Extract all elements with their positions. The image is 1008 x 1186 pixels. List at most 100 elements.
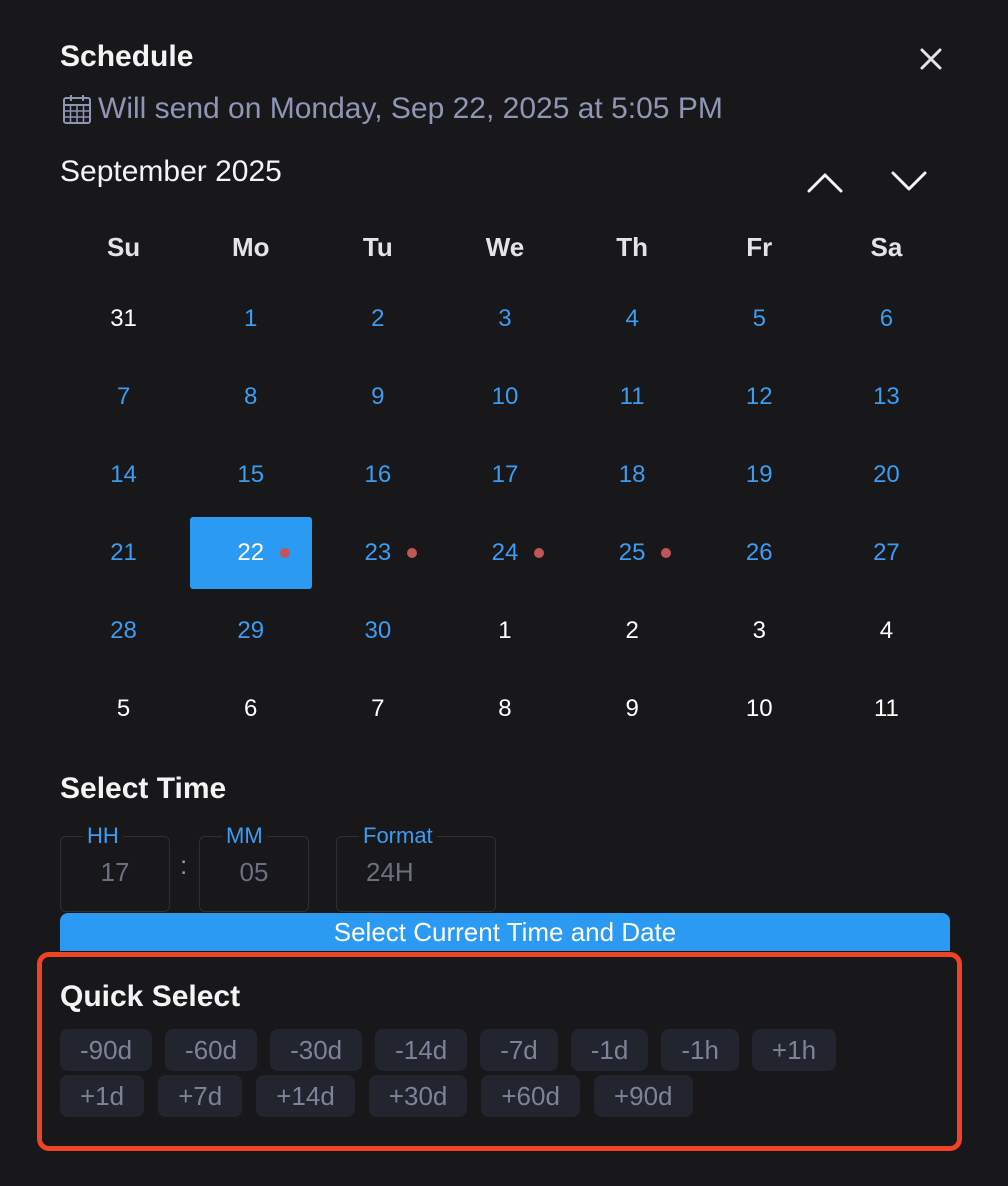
calendar-day-number: 18 xyxy=(618,461,646,488)
calendar-day-number: 6 xyxy=(879,305,894,332)
calendar-day-button[interactable]: 30 xyxy=(317,595,439,667)
quick-select-chip[interactable]: +1h xyxy=(751,1029,837,1071)
scheduled-send-text: Will send on Monday, Sep 22, 2025 at 5:0… xyxy=(98,92,723,125)
calendar-day-button[interactable]: 26 xyxy=(698,517,820,589)
calendar-day: 11 xyxy=(569,358,696,436)
calendar-day-button[interactable]: 9 xyxy=(317,361,439,433)
time-separator: : xyxy=(180,850,188,880)
calendar-day-button[interactable]: 17 xyxy=(444,439,566,511)
calendar-day-number: 16 xyxy=(364,461,392,488)
previous-month-button[interactable] xyxy=(800,160,850,204)
quick-select-chip[interactable]: -60d xyxy=(165,1029,258,1071)
calendar-day-button[interactable]: 19 xyxy=(698,439,820,511)
scheduled-event-dot xyxy=(661,548,672,558)
quick-select-chip[interactable]: -7d xyxy=(480,1029,558,1071)
quick-select-chip[interactable]: -30d xyxy=(270,1029,363,1071)
calendar-day: 2 xyxy=(314,280,441,358)
time-format-select[interactable]: Format 24H xyxy=(336,823,496,912)
calendar-day-button[interactable]: 16 xyxy=(317,439,439,511)
calendar-day-button[interactable]: 8 xyxy=(444,673,566,745)
calendar-day-button[interactable]: 6 xyxy=(825,283,947,355)
calendar-day: 16 xyxy=(314,436,441,514)
calendar-day: 23 xyxy=(314,514,441,592)
quick-select-chip[interactable]: -1d xyxy=(570,1029,649,1071)
weekday-label: Su xyxy=(106,232,141,262)
minute-field-label: MM xyxy=(222,823,267,849)
calendar-day-button[interactable]: 6 xyxy=(190,673,312,745)
calendar-day-button[interactable]: 5 xyxy=(63,673,185,745)
close-button[interactable] xyxy=(912,40,950,78)
calendar-day-button[interactable]: 11 xyxy=(825,673,947,745)
calendar-day-button[interactable]: 7 xyxy=(317,673,439,745)
calendar-day-button[interactable]: 3 xyxy=(444,283,566,355)
calendar-day: 30 xyxy=(314,592,441,670)
quick-select-chip[interactable]: -90d xyxy=(60,1029,153,1071)
calendar-day-number: 11 xyxy=(873,695,899,722)
calendar-day-button[interactable]: 12 xyxy=(698,361,820,433)
time-format-value: 24H xyxy=(366,857,414,887)
hour-field[interactable]: HH 17 xyxy=(60,823,170,912)
time-format-label: Format xyxy=(359,823,437,849)
calendar-day-number: 25 xyxy=(618,539,646,566)
calendar-day-button[interactable]: 5 xyxy=(698,283,820,355)
calendar-day-button[interactable]: 10 xyxy=(444,361,566,433)
scheduled-event-dot xyxy=(533,548,544,558)
quick-select-chip[interactable]: -1h xyxy=(661,1029,739,1071)
close-icon xyxy=(920,48,942,70)
quick-select-chip[interactable]: +7d xyxy=(158,1075,243,1117)
calendar-day: 11 xyxy=(823,670,950,748)
calendar-day-button[interactable]: 23 xyxy=(317,517,439,589)
calendar-day: 7 xyxy=(314,670,441,748)
calendar-day-number: 29 xyxy=(237,617,265,644)
calendar-day-button[interactable]: 2 xyxy=(571,595,693,667)
calendar-day-button[interactable]: 9 xyxy=(571,673,693,745)
calendar-day: 29 xyxy=(187,592,314,670)
quick-select-chip[interactable]: -14d xyxy=(375,1029,468,1071)
calendar-day-button[interactable]: 14 xyxy=(63,439,185,511)
calendar-day-button[interactable]: 10 xyxy=(698,673,820,745)
calendar-day: 7 xyxy=(60,358,187,436)
calendar-day-button[interactable]: 31 xyxy=(63,283,185,355)
weekday-label: Sa xyxy=(870,232,903,262)
weekday-label: Th xyxy=(616,232,649,262)
quick-select-chip[interactable]: +60d xyxy=(481,1075,580,1117)
quick-select-row-future: +1d +7d +14d +30d +60d +90d xyxy=(60,1075,693,1117)
calendar-day-button[interactable]: 28 xyxy=(63,595,185,667)
scheduled-send-summary: Will send on Monday, Sep 22, 2025 at 5:0… xyxy=(62,92,723,126)
calendar-day-button[interactable]: 4 xyxy=(571,283,693,355)
calendar-day-button[interactable]: 20 xyxy=(825,439,947,511)
minute-field[interactable]: MM 05 xyxy=(199,823,309,912)
calendar-day-button[interactable]: 1 xyxy=(444,595,566,667)
calendar-day-button[interactable]: 3 xyxy=(698,595,820,667)
calendar-day-button[interactable]: 29 xyxy=(190,595,312,667)
calendar-day-button[interactable]: 2 xyxy=(317,283,439,355)
calendar-day-button[interactable]: 18 xyxy=(571,439,693,511)
calendar-day-button[interactable]: 4 xyxy=(825,595,947,667)
calendar-day-button[interactable]: 15 xyxy=(190,439,312,511)
calendar-day-button[interactable]: 8 xyxy=(190,361,312,433)
calendar-day-selected: 22 xyxy=(187,514,314,592)
calendar-day: 24 xyxy=(441,514,568,592)
calendar-day: 4 xyxy=(569,280,696,358)
quick-select-chip[interactable]: +90d xyxy=(593,1075,693,1117)
calendar-day-button[interactable]: 22 xyxy=(189,517,312,589)
calendar-day: 1 xyxy=(441,592,568,670)
calendar-day-button[interactable]: 11 xyxy=(571,361,693,433)
calendar-day-button[interactable]: 21 xyxy=(63,517,185,589)
calendar-day-button[interactable]: 13 xyxy=(825,361,947,433)
calendar-day-number: 24 xyxy=(491,539,519,566)
calendar-day: 6 xyxy=(187,670,314,748)
calendar-day-number: 23 xyxy=(364,539,392,566)
weekday-label: Tu xyxy=(362,232,393,262)
calendar-day-button[interactable]: 27 xyxy=(825,517,947,589)
calendar-day-button[interactable]: 25 xyxy=(571,517,693,589)
select-current-time-button[interactable]: Select Current Time and Date xyxy=(60,913,950,951)
calendar-day-button[interactable]: 24 xyxy=(444,517,566,589)
calendar-day-button[interactable]: 1 xyxy=(190,283,312,355)
quick-select-title: Quick Select xyxy=(60,980,241,1013)
calendar-day-button[interactable]: 7 xyxy=(63,361,185,433)
quick-select-chip[interactable]: +14d xyxy=(256,1075,355,1117)
quick-select-chip[interactable]: +30d xyxy=(368,1075,468,1117)
next-month-button[interactable] xyxy=(884,160,934,204)
quick-select-chip[interactable]: +1d xyxy=(60,1075,145,1117)
